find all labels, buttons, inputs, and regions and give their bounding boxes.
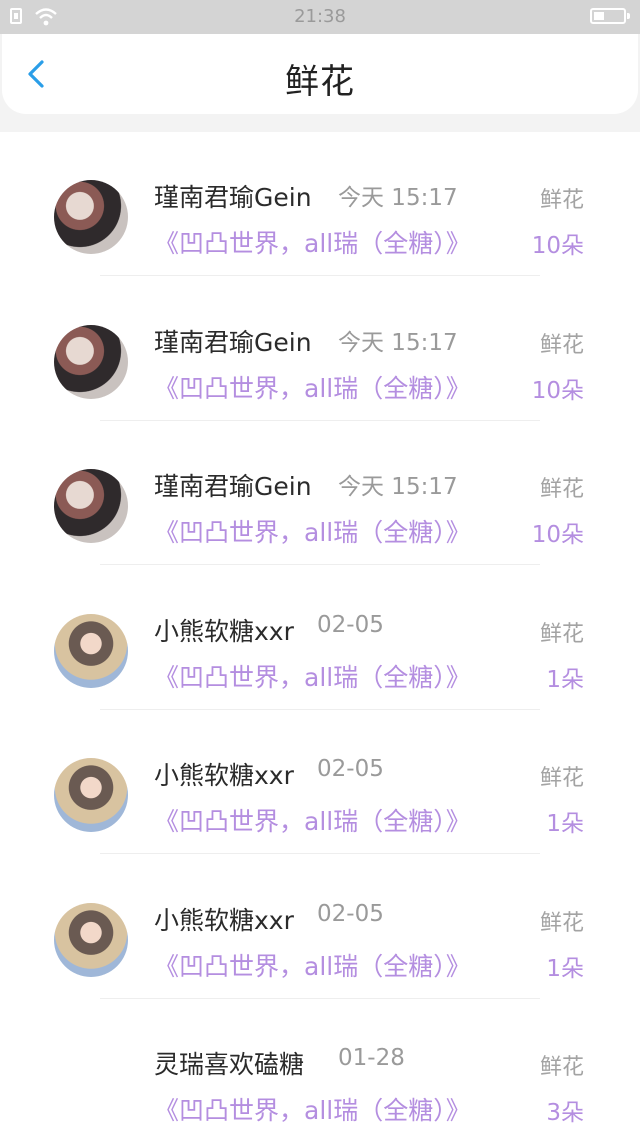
page-title: 鲜花	[285, 62, 355, 102]
gift-count: 1朵	[546, 955, 584, 982]
avatar[interactable]	[54, 1047, 128, 1121]
avatar[interactable]	[54, 180, 128, 254]
list-item: 瑾南君瑜Gein 今天 15:17 鲜花 《凹凸世界，all瑞（全糖）》 10朵	[0, 132, 640, 277]
avatar[interactable]	[54, 902, 128, 977]
gift-count: 10朵	[531, 377, 584, 404]
timestamp: 今天 15:17	[338, 474, 458, 500]
user-name[interactable]: 瑾南君瑜Gein	[154, 323, 312, 359]
user-name[interactable]: 小熊软糖xxr	[154, 756, 294, 792]
battery-icon	[590, 8, 630, 24]
list-item: 小熊软糖xxr 02-05 鲜花 《凹凸世界，all瑞（全糖）》 1朵	[0, 566, 640, 711]
gift-count: 3朵	[546, 1100, 584, 1126]
timestamp: 今天 15:17	[338, 329, 458, 356]
header-area: 鲜花	[0, 34, 640, 132]
book-title-link[interactable]: 《凹凸世界，all瑞（全糖）》	[154, 802, 471, 838]
gift-type: 鲜花	[539, 766, 584, 791]
user-name[interactable]: 瑾南君瑜Gein	[154, 178, 312, 214]
gift-type: 鲜花	[539, 477, 584, 502]
user-name[interactable]: 灵瑞喜欢磕糖	[154, 1045, 304, 1081]
list-item: 灵瑞喜欢磕糖 01-28 鲜花 《凹凸世界，all瑞（全糖）》 3朵	[0, 999, 640, 1144]
user-name[interactable]: 小熊软糖xxr	[154, 901, 294, 937]
avatar[interactable]	[54, 469, 128, 543]
list-item: 瑾南君瑜Gein 今天 15:17 鲜花 《凹凸世界，all瑞（全糖）》 10朵	[0, 277, 640, 422]
list-item: 小熊软糖xxr 02-05 鲜花 《凹凸世界，all瑞（全糖）》 1朵	[0, 710, 640, 855]
avatar[interactable]	[54, 613, 128, 688]
timestamp: 02-05	[317, 611, 384, 638]
user-name[interactable]: 瑾南君瑜Gein	[154, 467, 312, 503]
book-title-link[interactable]: 《凹凸世界，all瑞（全糖）》	[154, 658, 471, 694]
status-time: 21:38	[294, 6, 346, 27]
gift-count: 1朵	[546, 666, 584, 693]
gift-type: 鲜花	[539, 188, 584, 213]
gift-count: 10朵	[531, 233, 584, 259]
timestamp: 01-28	[338, 1045, 405, 1071]
gift-type: 鲜花	[539, 910, 584, 936]
list-item: 小熊软糖xxr 02-05 鲜花 《凹凸世界，all瑞（全糖）》 1朵	[0, 855, 640, 1000]
book-title-link[interactable]: 《凹凸世界，all瑞（全糖）》	[154, 369, 471, 405]
gift-type: 鲜花	[539, 332, 584, 358]
user-name[interactable]: 小熊软糖xxr	[154, 612, 294, 648]
avatar[interactable]	[54, 324, 128, 399]
list-item: 瑾南君瑜Gein 今天 15:17 鲜花 《凹凸世界，all瑞（全糖）》 10朵	[0, 421, 640, 566]
book-title-link[interactable]: 《凹凸世界，all瑞（全糖）》	[154, 513, 471, 549]
book-title-link[interactable]: 《凹凸世界，all瑞（全糖）》	[154, 224, 471, 260]
gift-type: 鲜花	[539, 621, 584, 647]
book-title-link[interactable]: 《凹凸世界，all瑞（全糖）》	[154, 947, 471, 983]
timestamp: 02-05	[317, 900, 384, 927]
avatar[interactable]	[54, 758, 128, 832]
timestamp: 02-05	[317, 756, 384, 782]
timestamp: 今天 15:17	[338, 185, 458, 211]
book-title-link[interactable]: 《凹凸世界，all瑞（全糖）》	[154, 1091, 471, 1127]
gift-record-list: 瑾南君瑜Gein 今天 15:17 鲜花 《凹凸世界，all瑞（全糖）》 10朵…	[0, 132, 640, 1144]
gift-count: 1朵	[546, 811, 584, 837]
gift-type: 鲜花	[539, 1055, 584, 1080]
navigation-bar: 鲜花	[2, 34, 638, 114]
status-bar: 21:38	[0, 0, 640, 34]
gift-count: 10朵	[531, 522, 584, 548]
